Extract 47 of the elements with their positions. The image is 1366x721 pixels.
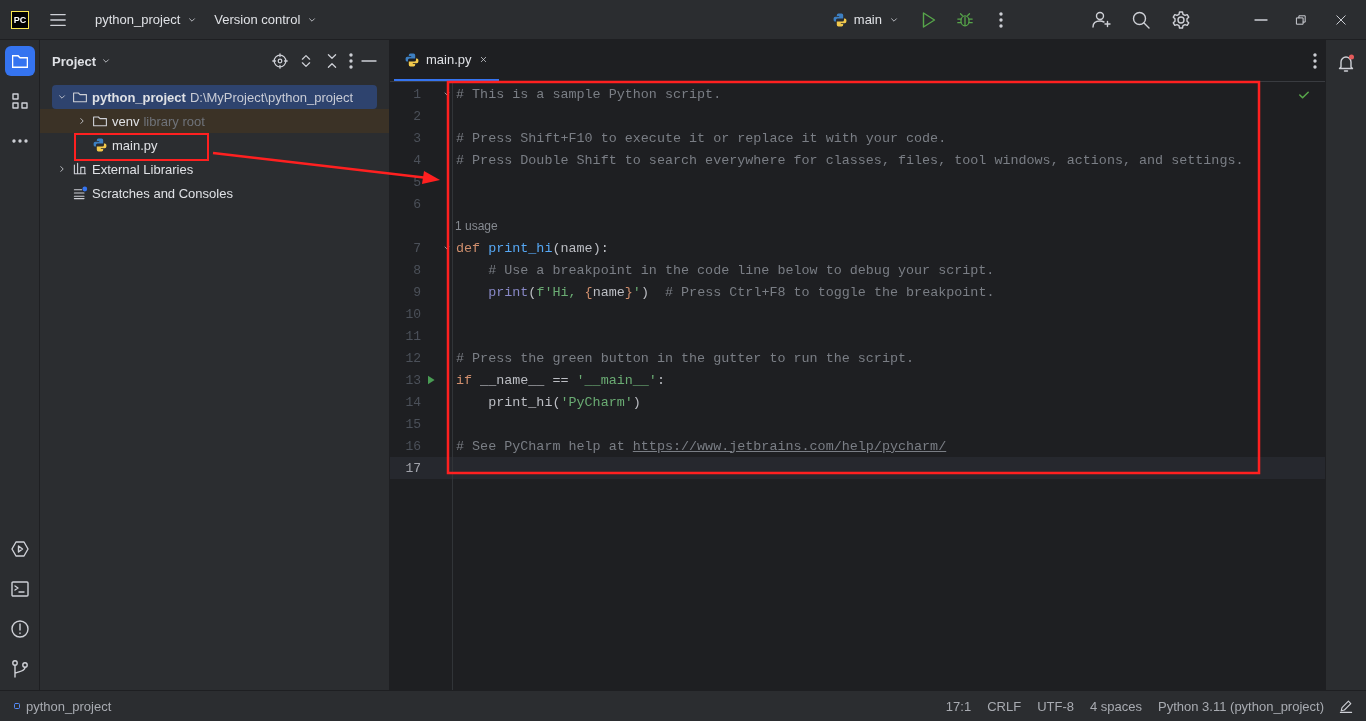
folder-icon <box>11 54 28 68</box>
tree-item[interactable]: External Libraries <box>40 157 389 181</box>
breadcrumb[interactable]: python_project <box>26 698 112 714</box>
code-line: def print_hi(name): <box>456 240 609 256</box>
vcs-dropdown[interactable]: Version control <box>206 8 327 31</box>
status-item[interactable]: Python 3.11 (python_project) <box>1152 698 1330 714</box>
status-item[interactable]: UTF-8 <box>1031 698 1080 714</box>
bar-chart-icon <box>72 161 88 177</box>
python-icon <box>92 137 108 153</box>
tree-item[interactable]: main.py <box>40 133 389 157</box>
folder-icon <box>72 89 88 105</box>
module-icon <box>12 701 22 711</box>
project-dropdown[interactable]: python_project <box>87 8 207 31</box>
run-config-dropdown[interactable]: main <box>823 7 908 32</box>
locate-icon[interactable] <box>271 52 289 70</box>
tree-item[interactable]: venv library root <box>40 109 389 133</box>
code-line: print(f'Hi, {name}') # Press Ctrl+F8 to toggle the breakpoint. <box>487 284 995 300</box>
tree-item[interactable]: python_project D:\MyProject\python_project <box>52 85 377 109</box>
more-icon[interactable] <box>1313 52 1317 69</box>
bug-icon <box>956 10 974 29</box>
panel-title[interactable]: Project <box>52 53 113 69</box>
editor-tab[interactable]: main.py <box>394 40 499 81</box>
folder-icon <box>92 113 108 129</box>
list-icon <box>72 185 88 201</box>
code-line: # See PyCharm help at https://www.jetbrains.com/help/pycharm/ <box>456 438 947 454</box>
code-line: # Press the green button in the gutter to run the script. <box>456 350 915 366</box>
run-icon[interactable] <box>425 374 437 386</box>
status-item[interactable]: 4 spaces <box>1083 698 1148 714</box>
app-logo: PC <box>11 10 29 29</box>
code-line: # Press Double Shift to search everywhere for classes, files, tool windows, actions, and settings. <box>456 152 1244 168</box>
status-item[interactable]: 17:1 <box>939 698 978 714</box>
python-icon <box>404 51 420 68</box>
project-tool-button[interactable] <box>4 46 35 76</box>
code-line: # This is a sample Python script. <box>456 86 722 102</box>
python-icon <box>831 11 848 28</box>
edit-icon[interactable] <box>1338 698 1354 714</box>
run-icon <box>922 11 936 28</box>
line-number: 17 <box>404 460 421 476</box>
code-line: # Press Shift+F10 to execute it or replace it with your code. <box>456 130 947 146</box>
code-line: if __name__ == '__main__': <box>456 372 665 388</box>
check-icon <box>1297 88 1311 102</box>
code-line: # Use a breakpoint in the code line below to debug your script. <box>487 262 995 278</box>
more-icon[interactable] <box>349 53 353 69</box>
code-line: print_hi('PyCharm') <box>487 394 641 410</box>
tree-item[interactable]: Scratches and Consoles <box>40 181 389 205</box>
status-item[interactable]: CRLF <box>981 698 1028 714</box>
usage-hint[interactable]: 1 usage <box>455 219 498 233</box>
